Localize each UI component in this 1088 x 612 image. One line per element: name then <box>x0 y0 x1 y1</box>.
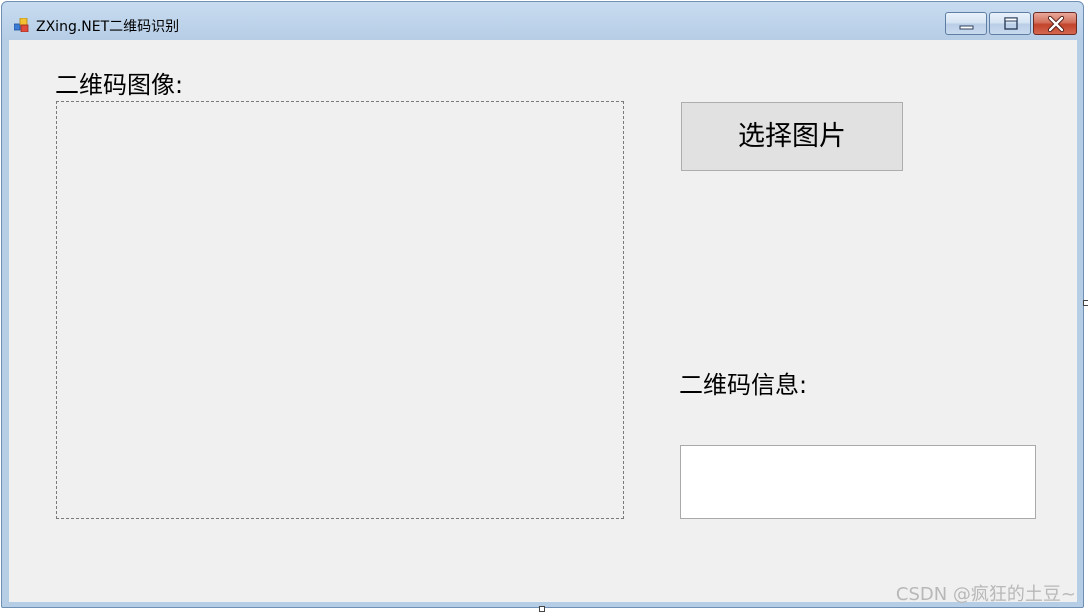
minimize-button[interactable] <box>945 12 987 35</box>
qr-image-picturebox <box>56 101 624 519</box>
app-window: ZXing.NET二维码识别 二维码图像: 选择图片 二维码信息: <box>1 1 1084 608</box>
close-button[interactable] <box>1033 12 1077 35</box>
qr-info-textbox[interactable] <box>680 445 1036 519</box>
csdn-watermark: CSDN @疯狂的土豆~ <box>895 584 1076 605</box>
maximize-icon <box>1004 17 1018 30</box>
resize-handle-bottom[interactable] <box>539 606 545 612</box>
form-client-area: 二维码图像: 选择图片 二维码信息: <box>9 40 1077 602</box>
select-image-button[interactable]: 选择图片 <box>681 102 903 171</box>
resize-handle-right[interactable] <box>1083 300 1088 306</box>
app-icon <box>13 17 30 33</box>
close-icon <box>1047 15 1065 33</box>
qr-image-label: 二维码图像: <box>55 71 184 99</box>
title-bar[interactable]: ZXing.NET二维码识别 <box>2 2 1083 40</box>
qr-info-label: 二维码信息: <box>679 371 808 399</box>
minimize-icon <box>959 25 974 30</box>
maximize-button[interactable] <box>989 12 1031 35</box>
window-title: ZXing.NET二维码识别 <box>36 19 180 35</box>
